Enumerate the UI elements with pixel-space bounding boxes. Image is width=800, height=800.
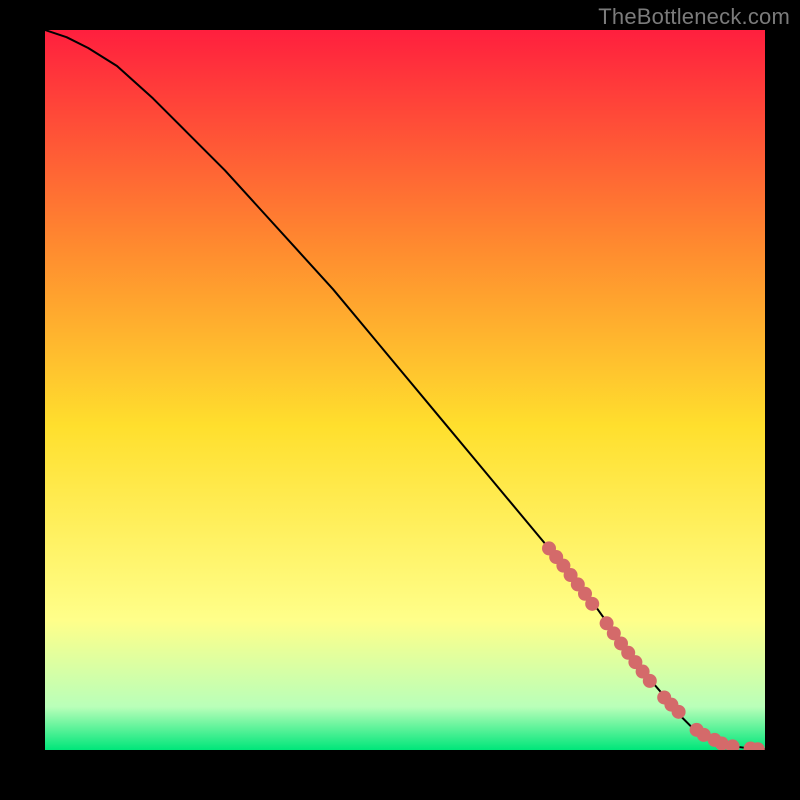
data-marker	[672, 705, 686, 719]
watermark-label: TheBottleneck.com	[598, 4, 790, 30]
bottleneck-curve	[45, 30, 765, 749]
plot-overlay	[45, 30, 765, 750]
chart-frame: TheBottleneck.com	[0, 0, 800, 800]
plot-area	[45, 30, 765, 750]
data-marker	[585, 597, 599, 611]
data-marker	[643, 674, 657, 688]
